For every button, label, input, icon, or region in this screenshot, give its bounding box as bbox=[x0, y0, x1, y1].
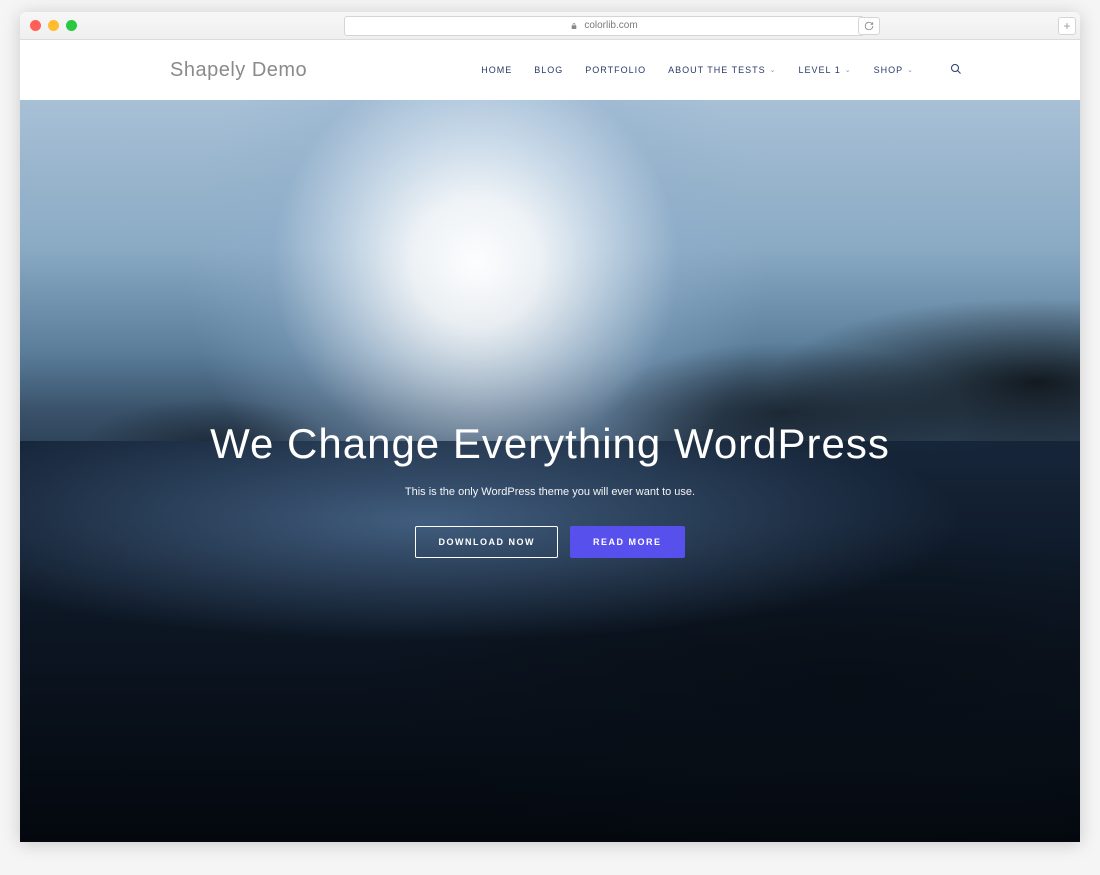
nav-about-tests[interactable]: ABOUT THE TESTS ⌄ bbox=[668, 65, 776, 75]
nav-home[interactable]: HOME bbox=[481, 65, 512, 75]
reload-button[interactable] bbox=[858, 17, 880, 35]
chevron-down-icon: ⌄ bbox=[907, 66, 914, 74]
nav-label: HOME bbox=[481, 65, 512, 75]
lock-icon bbox=[570, 22, 578, 30]
hero-section: We Change Everything WordPress This is t… bbox=[20, 100, 1080, 842]
search-icon bbox=[950, 63, 962, 75]
nav-portfolio[interactable]: PORTFOLIO bbox=[585, 65, 646, 75]
url-text: colorlib.com bbox=[584, 20, 637, 31]
nav-label: SHOP bbox=[874, 65, 904, 75]
chevron-down-icon: ⌄ bbox=[845, 66, 852, 74]
nav-label: PORTFOLIO bbox=[585, 65, 646, 75]
nav-level1[interactable]: LEVEL 1 ⌄ bbox=[799, 65, 852, 75]
nav-blog[interactable]: BLOG bbox=[534, 65, 563, 75]
download-now-button[interactable]: DOWNLOAD NOW bbox=[415, 526, 558, 558]
nav-label: LEVEL 1 bbox=[799, 65, 841, 75]
nav-label: BLOG bbox=[534, 65, 563, 75]
close-window-button[interactable] bbox=[30, 20, 41, 31]
site-logo[interactable]: Shapely Demo bbox=[170, 59, 307, 82]
browser-window: colorlib.com + Shapely Demo HOME BLOG PO… bbox=[20, 12, 1080, 842]
site-header: Shapely Demo HOME BLOG PORTFOLIO ABOUT T… bbox=[20, 40, 1080, 100]
address-bar[interactable]: colorlib.com bbox=[344, 16, 864, 36]
nav-label: ABOUT THE TESTS bbox=[668, 65, 766, 75]
browser-chrome: colorlib.com + bbox=[20, 12, 1080, 40]
hero-content: We Change Everything WordPress This is t… bbox=[20, 420, 1080, 558]
hero-cta-row: DOWNLOAD NOW READ MORE bbox=[20, 526, 1080, 558]
read-more-button[interactable]: READ MORE bbox=[570, 526, 685, 558]
reload-icon bbox=[864, 21, 874, 31]
chevron-down-icon: ⌄ bbox=[770, 66, 777, 74]
main-nav: HOME BLOG PORTFOLIO ABOUT THE TESTS ⌄ LEV… bbox=[481, 63, 1058, 77]
plus-icon: + bbox=[1063, 19, 1070, 33]
minimize-window-button[interactable] bbox=[48, 20, 59, 31]
search-button[interactable] bbox=[950, 63, 962, 77]
hero-title: We Change Everything WordPress bbox=[20, 420, 1080, 468]
new-tab-button[interactable]: + bbox=[1058, 17, 1076, 35]
maximize-window-button[interactable] bbox=[66, 20, 77, 31]
nav-shop[interactable]: SHOP⌄ bbox=[874, 65, 914, 75]
hero-subtitle: This is the only WordPress theme you wil… bbox=[20, 486, 1080, 498]
